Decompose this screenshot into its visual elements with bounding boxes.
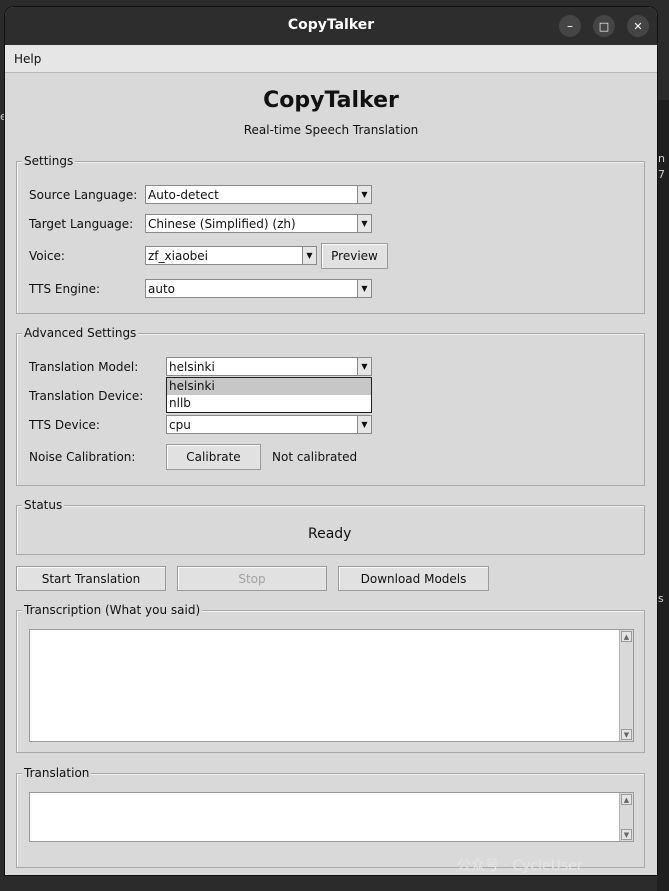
start-translation-button[interactable]: Start Translation [16, 566, 166, 591]
voice-select[interactable]: zf_xiaobei ▼ [145, 246, 317, 265]
translation-model-label: Translation Model: [29, 360, 139, 374]
tts-device-value: cpu [169, 418, 191, 432]
desktop-fragment: s [658, 592, 664, 605]
scroll-down-icon[interactable]: ▼ [621, 829, 632, 840]
noise-calibration-label: Noise Calibration: [29, 450, 136, 464]
stop-button[interactable]: Stop [177, 566, 327, 591]
title-bar[interactable]: CopyTalker – □ ✕ [5, 7, 657, 45]
transcription-group-label: Transcription (What you said) [22, 603, 203, 617]
chevron-down-icon: ▼ [357, 215, 371, 232]
chevron-down-icon: ▼ [357, 186, 371, 203]
chevron-down-icon: ▼ [357, 280, 371, 297]
desktop-fragment: n [658, 152, 665, 165]
calibration-status: Not calibrated [272, 450, 358, 464]
target-language-select[interactable]: Chinese (Simplified) (zh) ▼ [145, 214, 372, 233]
target-language-value: Chinese (Simplified) (zh) [148, 217, 296, 231]
translation-model-value: helsinki [169, 360, 215, 374]
voice-value: zf_xiaobei [148, 249, 208, 263]
settings-group-label: Settings [22, 154, 76, 168]
close-icon[interactable]: ✕ [627, 15, 649, 37]
tts-device-select[interactable]: cpu ▼ [166, 415, 372, 434]
page-title: CopyTalker [263, 88, 399, 113]
dropdown-option-helsinki[interactable]: helsinki [167, 378, 371, 395]
target-language-label: Target Language: [29, 217, 134, 231]
scroll-up-icon[interactable]: ▲ [621, 631, 632, 642]
tts-engine-select[interactable]: auto ▼ [145, 279, 372, 298]
page-subtitle: Real-time Speech Translation [243, 123, 419, 137]
preview-button[interactable]: Preview [321, 243, 388, 269]
download-models-button[interactable]: Download Models [338, 566, 489, 591]
tts-device-label: TTS Device: [29, 418, 100, 432]
tts-engine-value: auto [148, 282, 176, 296]
desktop-background-right [657, 100, 669, 891]
dropdown-option-nllb[interactable]: nllb [167, 395, 371, 412]
transcription-scrollbar[interactable]: ▲ ▼ [619, 630, 633, 741]
source-language-label: Source Language: [29, 188, 138, 202]
calibrate-button[interactable]: Calibrate [166, 444, 261, 470]
translation-model-dropdown[interactable]: helsinki nllb [166, 377, 372, 413]
source-language-select[interactable]: Auto-detect ▼ [145, 185, 372, 204]
voice-label: Voice: [29, 249, 65, 263]
chevron-down-icon: ▼ [302, 247, 316, 264]
chevron-down-icon: ▼ [357, 416, 371, 433]
maximize-icon[interactable]: □ [593, 15, 615, 37]
translation-textarea[interactable] [29, 792, 634, 842]
scroll-down-icon[interactable]: ▼ [621, 729, 632, 740]
status-group-label: Status [22, 498, 65, 512]
desktop-fragment: 7 [658, 168, 665, 181]
source-language-value: Auto-detect [148, 188, 219, 202]
translation-model-select[interactable]: helsinki ▼ [166, 357, 372, 376]
transcription-textarea[interactable] [29, 629, 634, 742]
advanced-settings-group-label: Advanced Settings [22, 326, 139, 340]
tts-engine-label: TTS Engine: [29, 282, 101, 296]
app-window: CopyTalker – □ ✕ Help CopyTalker Real-ti… [5, 7, 657, 875]
translation-device-label: Translation Device: [29, 389, 144, 403]
menu-bar: Help [5, 45, 657, 73]
status-text: Ready [308, 526, 352, 542]
chevron-down-icon: ▼ [357, 358, 371, 375]
translation-scrollbar[interactable]: ▲ ▼ [619, 793, 633, 841]
translation-group-label: Translation [22, 766, 92, 780]
scroll-up-icon[interactable]: ▲ [621, 794, 632, 805]
menu-help[interactable]: Help [14, 52, 41, 66]
minimize-icon[interactable]: – [559, 15, 581, 37]
watermark: 公众号 · CycleUser [457, 858, 583, 874]
